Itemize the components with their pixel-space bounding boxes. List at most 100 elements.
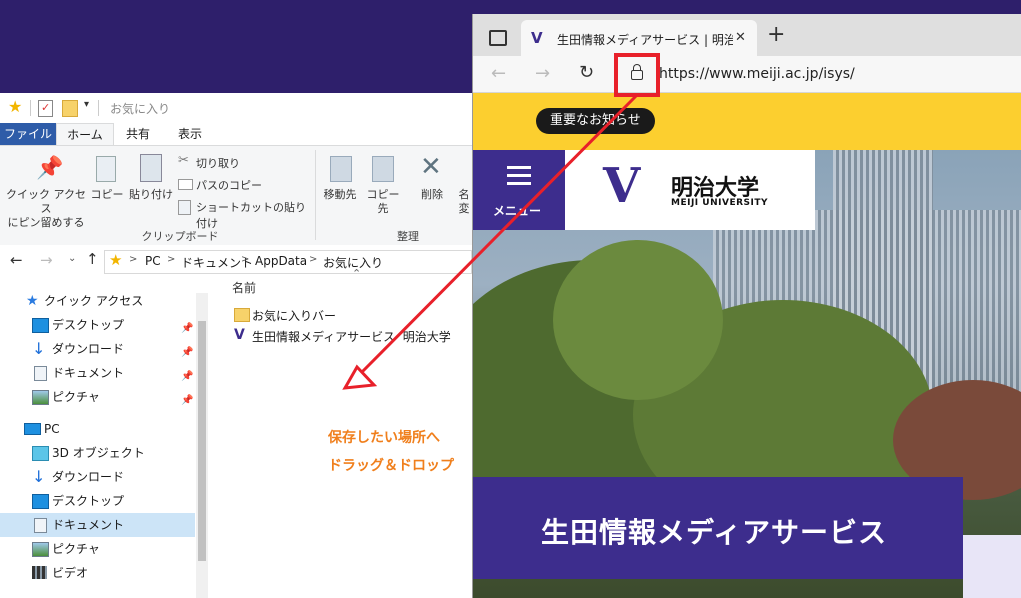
browser-tab-active[interactable]: V 生田情報メディアサービス | 明治大学 ✕ [521, 20, 757, 56]
nav-item-label: ドキュメント [52, 366, 125, 380]
file-name: お気に入りバー [252, 309, 337, 323]
customize-chevron-icon[interactable]: ▾ [84, 99, 89, 110]
back-arrow-icon[interactable]: ← [491, 63, 506, 84]
star-icon[interactable]: ★ [8, 97, 22, 116]
nav-quick-documents[interactable]: ドキュメント 📌 [0, 361, 195, 385]
logo-en: MEIJI UNIVERSITY [671, 198, 769, 208]
nav-scrollbar[interactable] [196, 293, 208, 598]
lavender-panel [963, 535, 1021, 598]
new-tab-button[interactable]: + [767, 22, 785, 47]
recent-chevron-icon[interactable]: ⌄ [68, 253, 76, 264]
breadcrumb-appdata[interactable]: AppData [255, 254, 307, 268]
new-folder-icon[interactable] [62, 100, 78, 117]
nav-pc-desktop[interactable]: デスクトップ [0, 489, 195, 513]
hero-section: メニュー V 明治大学 MEIJI UNIVERSITY 生田情報メディアサービ… [473, 150, 1021, 598]
nav-pc[interactable]: PC [0, 417, 195, 441]
menu-button[interactable]: メニュー [473, 150, 565, 230]
nav-quick-access[interactable]: ★ クイック アクセス [0, 289, 195, 313]
meiji-logo[interactable]: V 明治大学 MEIJI UNIVERSITY [565, 150, 815, 230]
breadcrumb-sep: > [241, 254, 250, 265]
list-item-favorites-bar[interactable]: お気に入りバー [232, 305, 452, 325]
window-title: お気に入り [110, 102, 171, 116]
copy-path-label: パスのコピー [196, 179, 262, 192]
properties-icon[interactable]: ✓ [38, 100, 53, 117]
move-to-icon [330, 156, 352, 182]
ribbon: 📌 クイック アクセス にピン留めする コピー 貼り付け ✂ 切り取り パスのコ… [0, 145, 472, 247]
pin-to-quick-access-button[interactable]: 📌 クイック アクセス にピン留めする [4, 150, 88, 229]
tab-view[interactable]: 表示 [164, 123, 216, 145]
rename-button[interactable]: 名 変 [456, 188, 472, 220]
scrollbar-thumb[interactable] [198, 321, 206, 561]
move-to-button[interactable]: 移動先 [320, 150, 360, 222]
nav-pc-downloads[interactable]: ↓ ダウンロード [0, 465, 195, 489]
hamburger-icon [507, 166, 531, 169]
browser-window: V 生田情報メディアサービス | 明治大学 ✕ + ← → ↻ https://… [472, 14, 1021, 598]
nav-item-label: ピクチャ [52, 390, 100, 404]
page-title-banner: 生田情報メディアサービス [473, 477, 963, 579]
breadcrumb-pc[interactable]: PC [145, 254, 161, 268]
group-clipboard-label: クリップボード [141, 230, 219, 243]
close-tab-icon[interactable]: ✕ [735, 30, 746, 45]
copy-button[interactable]: コピー [90, 150, 124, 222]
column-header-name[interactable]: 名前 [232, 279, 256, 296]
forward-arrow-icon[interactable]: → [535, 63, 550, 84]
clipboard-icon [140, 154, 162, 182]
pin-label-line2: にピン留めする [7, 216, 85, 229]
tab-share[interactable]: 共有 [112, 123, 164, 145]
nav-quick-downloads[interactable]: ↓ ダウンロード 📌 [0, 337, 195, 361]
nav-item-label: ピクチャ [52, 542, 100, 556]
nav-pc-pictures[interactable]: ピクチャ [0, 537, 195, 561]
list-item-meiji-shortcut[interactable]: V 生田情報メディアサービス 明治大学 [232, 326, 462, 346]
paste-shortcut-label: ショートカットの貼り付け [196, 201, 306, 230]
breadcrumb-sep: > [309, 254, 318, 265]
paste-button[interactable]: 貼り付け [128, 150, 174, 222]
pictures-icon [32, 542, 49, 557]
desktop-icon [32, 318, 49, 333]
delete-x-icon: ✕ [420, 152, 442, 182]
tab-title: 生田情報メディアサービス | 明治大学 [557, 33, 733, 47]
copy-to-button[interactable]: コピー先 [362, 150, 404, 222]
group-divider [315, 150, 316, 240]
nav-item-label: デスクトップ [52, 494, 125, 508]
breadcrumb[interactable]: ★ > PC > ドキュメント > AppData > お気に入り [104, 250, 472, 274]
refresh-icon[interactable]: ↻ [579, 62, 594, 83]
browser-tab-strip: V 生田情報メディアサービス | 明治大学 ✕ + [473, 14, 1021, 56]
url-field[interactable]: https://www.meiji.ac.jp/isys/ [659, 66, 855, 82]
tab-actions-icon[interactable] [489, 30, 507, 46]
photo-tree [553, 240, 723, 400]
paste-shortcut-button[interactable]: ショートカットの貼り付け [178, 198, 312, 230]
document-icon [34, 518, 47, 533]
forward-arrow-icon[interactable]: → [40, 251, 53, 269]
breadcrumb-sep: > [129, 254, 138, 265]
up-arrow-icon[interactable]: ↑ [86, 250, 99, 268]
tab-home[interactable]: ホーム [56, 123, 114, 146]
nav-quick-pictures[interactable]: ピクチャ 📌 [0, 385, 195, 409]
notice-bar: 重要なお知らせ [473, 93, 1021, 150]
file-explorer-window: ★ ✓ ▾ お気に入り ファイル ホーム 共有 表示 📌 クイック アクセス に… [0, 93, 472, 598]
cut-label: 切り取り [196, 157, 240, 170]
nav-item-label: 3D オブジェクト [52, 446, 145, 460]
delete-label: 削除 [421, 188, 443, 201]
delete-button[interactable]: ✕ 削除 [414, 150, 450, 222]
cut-button[interactable]: ✂ 切り取り [178, 153, 298, 172]
separator [98, 100, 99, 116]
copy-label: コピー [90, 188, 124, 201]
back-arrow-icon[interactable]: ← [10, 251, 23, 269]
quick-access-star-icon: ★ [26, 293, 39, 309]
address-bar: ← → ⌄ ↑ ★ > PC > ドキュメント > AppData > お気に入… [0, 245, 472, 277]
nav-quick-access-label: クイック アクセス [44, 294, 144, 308]
download-arrow-icon: ↓ [32, 467, 46, 486]
nav-pc-documents-selected[interactable]: ドキュメント [0, 513, 195, 537]
browser-toolbar: ← → ↻ https://www.meiji.ac.jp/isys/ [473, 56, 1021, 93]
lock-icon[interactable] [631, 70, 643, 80]
tab-file[interactable]: ファイル [0, 123, 56, 145]
sort-chevron-up-icon[interactable]: ⌃ [352, 267, 361, 280]
film-icon [32, 566, 47, 579]
nav-pc-3d-objects[interactable]: 3D オブジェクト [0, 441, 195, 465]
meiji-favicon-icon: V [531, 29, 543, 47]
page-title: 生田情報メディアサービス [541, 516, 888, 549]
important-notice-button[interactable]: 重要なお知らせ [536, 108, 655, 134]
nav-pc-videos[interactable]: ビデオ [0, 561, 195, 585]
copy-path-button[interactable]: パスのコピー [178, 176, 298, 194]
nav-quick-desktop[interactable]: デスクトップ 📌 [0, 313, 195, 337]
